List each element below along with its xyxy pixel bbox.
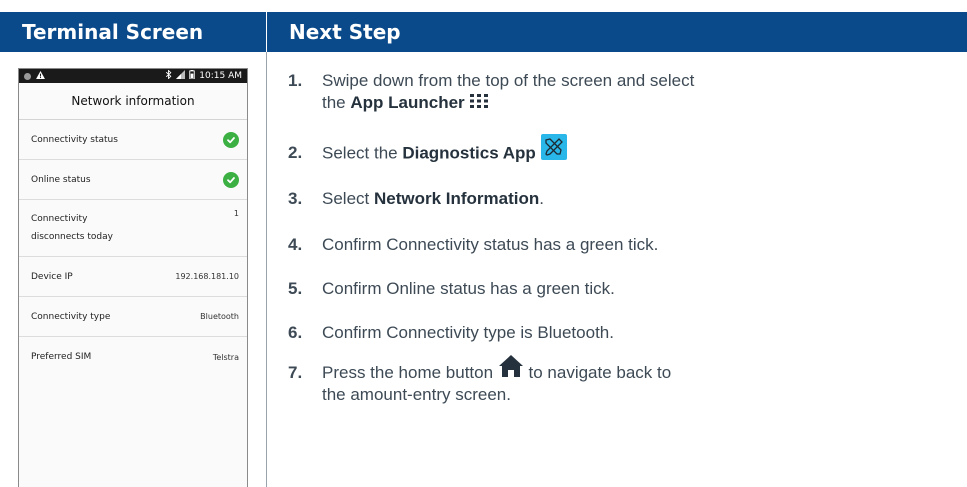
- signal-icon: [176, 70, 186, 82]
- row-value: Bluetooth: [200, 312, 239, 321]
- step-text-part: Press the home button: [322, 363, 494, 382]
- green-tick-icon: [223, 171, 239, 188]
- table-header: Terminal Screen Next Step: [0, 12, 967, 52]
- row-label: Online status: [31, 174, 91, 185]
- row-value: Telstra: [212, 352, 239, 362]
- step-text: Swipe down from the top of the screen an…: [322, 70, 822, 115]
- terminal-screen-heading: Terminal Screen: [0, 12, 267, 52]
- step-number: 3.: [288, 189, 303, 208]
- step-text: Confirm Connectivity status has a green …: [322, 235, 659, 254]
- list-item: Device IP 192.168.181.10: [19, 257, 247, 297]
- battery-icon: [189, 70, 195, 82]
- step-text-part: to navigate back to: [523, 363, 672, 382]
- bluetooth-icon: [165, 69, 172, 82]
- step-text-part: Swipe down from the top of the screen an…: [322, 71, 695, 90]
- step-text: Confirm Online status has a green tick.: [322, 279, 615, 298]
- circle-icon: [24, 72, 31, 80]
- next-step-heading: Next Step: [267, 12, 967, 52]
- grid-icon: [469, 93, 489, 115]
- status-bar: 10:15 AM: [19, 69, 247, 83]
- green-tick-icon: [223, 131, 239, 148]
- step-text: Press the home button to navigate back t…: [322, 354, 822, 406]
- column-divider: [266, 52, 267, 487]
- step-text-part: the amount-entry screen.: [322, 385, 511, 404]
- step-bold: App Launcher: [350, 93, 465, 112]
- step-text: Confirm Connectivity type is Bluetooth.: [322, 323, 614, 342]
- step-text-part: Select: [322, 189, 374, 208]
- step-bold: Diagnostics App: [402, 143, 536, 163]
- row-label: Connectivity disconnects today: [31, 210, 234, 246]
- step-text: Select Network Information.: [322, 188, 822, 210]
- step-number: 2.: [288, 143, 303, 162]
- screen-title: Network information: [19, 83, 247, 120]
- step-number: 7.: [288, 363, 303, 382]
- network-info-list: Connectivity status Online status Connec…: [19, 120, 247, 377]
- step-bold: Network Information: [373, 189, 540, 208]
- warning-icon: [36, 70, 45, 82]
- tools-icon: [540, 134, 567, 166]
- terminal-screen: 10:15 AM Network information Connectivit…: [18, 68, 248, 487]
- step-text: Select the Diagnostics App: [322, 134, 822, 166]
- step-number: 5.: [288, 279, 303, 298]
- list-item: Preferred SIM Telstra: [19, 337, 247, 377]
- step-number: 6.: [288, 323, 303, 342]
- row-value: 192.168.181.10: [175, 272, 239, 281]
- list-item: Connectivity status: [19, 120, 247, 160]
- step-number: 1.: [288, 71, 303, 90]
- status-time: 10:15 AM: [199, 71, 242, 81]
- step-number: 4.: [288, 235, 303, 254]
- row-label: Connectivity status: [31, 134, 118, 145]
- list-item: Connectivity disconnects today 1: [19, 200, 247, 257]
- home-icon: [498, 354, 524, 384]
- list-item: Online status: [19, 160, 247, 200]
- step-text-part: .: [539, 189, 545, 208]
- row-value: 1: [233, 209, 239, 218]
- row-label: Connectivity type: [31, 311, 111, 322]
- row-label-line2: disconnects today: [31, 232, 113, 242]
- row-label-line1: Connectivity: [31, 214, 88, 224]
- step-text-part: Select the: [322, 143, 403, 163]
- row-label: Preferred SIM: [31, 352, 92, 362]
- step-text-part: the: [322, 93, 351, 112]
- list-item: Connectivity type Bluetooth: [19, 297, 247, 337]
- row-label: Device IP: [31, 271, 73, 282]
